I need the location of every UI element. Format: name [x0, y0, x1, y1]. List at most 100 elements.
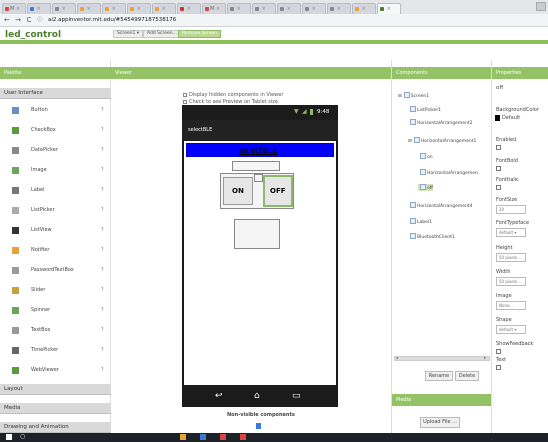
browser-tab[interactable]: × — [377, 3, 401, 14]
tree-item-on[interactable]: on — [418, 153, 433, 160]
tree-toggle-icon[interactable]: ⊟ — [398, 94, 402, 99]
tab-close-icon[interactable]: × — [214, 6, 220, 12]
property-value-width[interactable]: 50 pixels... — [496, 277, 526, 286]
property-checkbox[interactable] — [496, 349, 501, 354]
delete-button[interactable]: Delete — [455, 371, 479, 381]
tab-close-icon[interactable]: × — [135, 6, 141, 12]
tab-close-icon[interactable]: × — [60, 6, 66, 12]
browser-tab[interactable]: × — [352, 3, 376, 14]
browser-tab[interactable]: × — [227, 3, 251, 14]
tab-close-icon[interactable]: × — [260, 6, 266, 12]
property-value-fonttypeface[interactable]: default ▾ — [496, 228, 526, 237]
color-swatch-icon[interactable] — [495, 115, 500, 121]
help-icon[interactable]: ? — [101, 367, 104, 373]
components-scrollbar[interactable]: ◂ ▸ — [394, 355, 490, 361]
property-checkbox[interactable] — [496, 145, 501, 150]
property-value-backgroundcolor[interactable]: Default — [495, 115, 520, 121]
url-field[interactable]: ai2.appinventor.mit.edu/#545499718753817… — [48, 16, 176, 25]
browser-tab[interactable]: × — [77, 3, 101, 14]
browser-tab[interactable]: × — [277, 3, 301, 14]
tree-item-listpicker1[interactable]: ListPicker1 — [408, 106, 441, 113]
back-icon[interactable]: ← — [3, 16, 11, 25]
help-icon[interactable]: ? — [101, 267, 104, 273]
tab-close-icon[interactable]: × — [360, 6, 366, 12]
browser-tab[interactable]: × — [152, 3, 176, 14]
window-control-button[interactable] — [536, 2, 546, 11]
help-icon[interactable]: ? — [101, 247, 104, 253]
browser-tab[interactable]: × — [252, 3, 276, 14]
tab-close-icon[interactable]: × — [335, 6, 341, 12]
rename-button[interactable]: Rename — [425, 371, 453, 381]
taskbar-app-icon[interactable] — [240, 434, 246, 440]
tab-close-icon[interactable]: × — [110, 6, 116, 12]
back-nav-icon[interactable]: ↩ — [215, 391, 223, 401]
add-screen-button[interactable]: Add Screen... — [143, 30, 181, 38]
horizontal-arrangement-spacer[interactable] — [254, 174, 263, 182]
palette-item-image[interactable]: Image? — [0, 161, 111, 182]
palette-item-passwordtextbox[interactable]: PasswordTextBox? — [0, 261, 111, 282]
tab-close-icon[interactable]: × — [85, 6, 91, 12]
help-icon[interactable]: ? — [101, 127, 104, 133]
palette-item-label[interactable]: Label? — [0, 181, 111, 202]
help-icon[interactable]: ? — [101, 287, 104, 293]
property-value-image[interactable]: None... — [496, 301, 526, 310]
browser-tab[interactable]: × — [177, 3, 201, 14]
property-checkbox[interactable] — [496, 365, 501, 370]
help-icon[interactable]: ? — [101, 227, 104, 233]
help-icon[interactable]: ? — [101, 167, 104, 173]
help-icon[interactable]: ? — [101, 347, 104, 353]
tab-close-icon[interactable]: × — [285, 6, 291, 12]
palette-item-timepicker[interactable]: TimePicker? — [0, 341, 111, 362]
start-icon[interactable] — [6, 434, 12, 440]
palette-item-notifier[interactable]: Notifier? — [0, 241, 111, 262]
palette-item-textbox[interactable]: TextBox? — [0, 321, 111, 342]
palette-item-slider[interactable]: Slider? — [0, 281, 111, 302]
horizontal-arrangement-4[interactable] — [234, 219, 280, 249]
remove-screen-button[interactable]: Remove Screen — [178, 30, 222, 38]
drawing-animation-section[interactable]: Drawing and Animation — [0, 422, 111, 433]
browser-tab[interactable]: × — [302, 3, 326, 14]
palette-item-button[interactable]: Button? — [0, 101, 111, 122]
taskbar-search-icon[interactable]: ○ — [20, 433, 25, 440]
reload-icon[interactable]: C — [25, 16, 33, 25]
horizontal-arrangement-2[interactable] — [232, 161, 280, 171]
bluetooth-client-icon[interactable] — [256, 423, 261, 429]
on-button[interactable]: ON — [223, 177, 253, 205]
tree-item-horizontalarrangement4[interactable]: HorizontalArrangement4 — [408, 202, 473, 209]
browser-tab[interactable]: M × — [202, 3, 226, 14]
tree-item-off[interactable]: off — [418, 184, 433, 191]
tree-item-horizontalarrangement1[interactable]: ⊟ HorizontalArrangement1 — [408, 137, 476, 144]
taskbar-app-icon[interactable] — [180, 434, 186, 440]
help-icon[interactable]: ? — [101, 327, 104, 333]
property-value-shape[interactable]: default ▾ — [496, 325, 526, 334]
help-icon[interactable]: ? — [101, 147, 104, 153]
browser-tab[interactable]: × — [27, 3, 51, 14]
tree-item-horizontalarrangemen[interactable]: HorizontalArrangemen — [418, 169, 478, 176]
tab-close-icon[interactable]: × — [385, 6, 391, 12]
palette-item-datepicker[interactable]: DatePicker? — [0, 141, 111, 162]
screen-select[interactable]: Screen1 ▾ — [113, 30, 144, 38]
help-icon[interactable]: ? — [101, 107, 104, 113]
browser-tab[interactable]: × — [102, 3, 126, 14]
tab-close-icon[interactable]: × — [160, 6, 166, 12]
tab-close-icon[interactable]: × — [235, 6, 241, 12]
home-nav-icon[interactable]: ⌂ — [254, 391, 260, 401]
palette-item-listpicker[interactable]: ListPicker? — [0, 201, 111, 222]
checkbox-box[interactable] — [183, 93, 187, 97]
tree-item-horizontalarrangement2[interactable]: HorizontalArrangement2 — [408, 119, 473, 126]
palette-item-spinner[interactable]: Spinner? — [0, 301, 111, 322]
display-hidden-checkbox[interactable]: Display hidden components in Viewer — [183, 92, 283, 98]
tree-item-bluetoothclient1[interactable]: BluetoothClient1 — [408, 233, 455, 240]
help-icon[interactable]: ? — [101, 207, 104, 213]
taskbar-app-icon[interactable] — [220, 434, 226, 440]
tab-close-icon[interactable]: × — [310, 6, 316, 12]
tree-toggle-icon[interactable]: ⊟ — [408, 139, 412, 144]
off-button[interactable]: OFF — [263, 175, 293, 207]
tab-close-icon[interactable]: × — [185, 6, 191, 12]
checkbox-box[interactable] — [183, 100, 187, 104]
tree-item-label1[interactable]: Label1 — [408, 218, 432, 225]
user-interface-section[interactable]: User Interface — [0, 88, 111, 99]
browser-tab[interactable]: M × — [2, 3, 26, 14]
taskbar-app-icon[interactable] — [200, 434, 206, 440]
help-icon[interactable]: ? — [101, 307, 104, 313]
